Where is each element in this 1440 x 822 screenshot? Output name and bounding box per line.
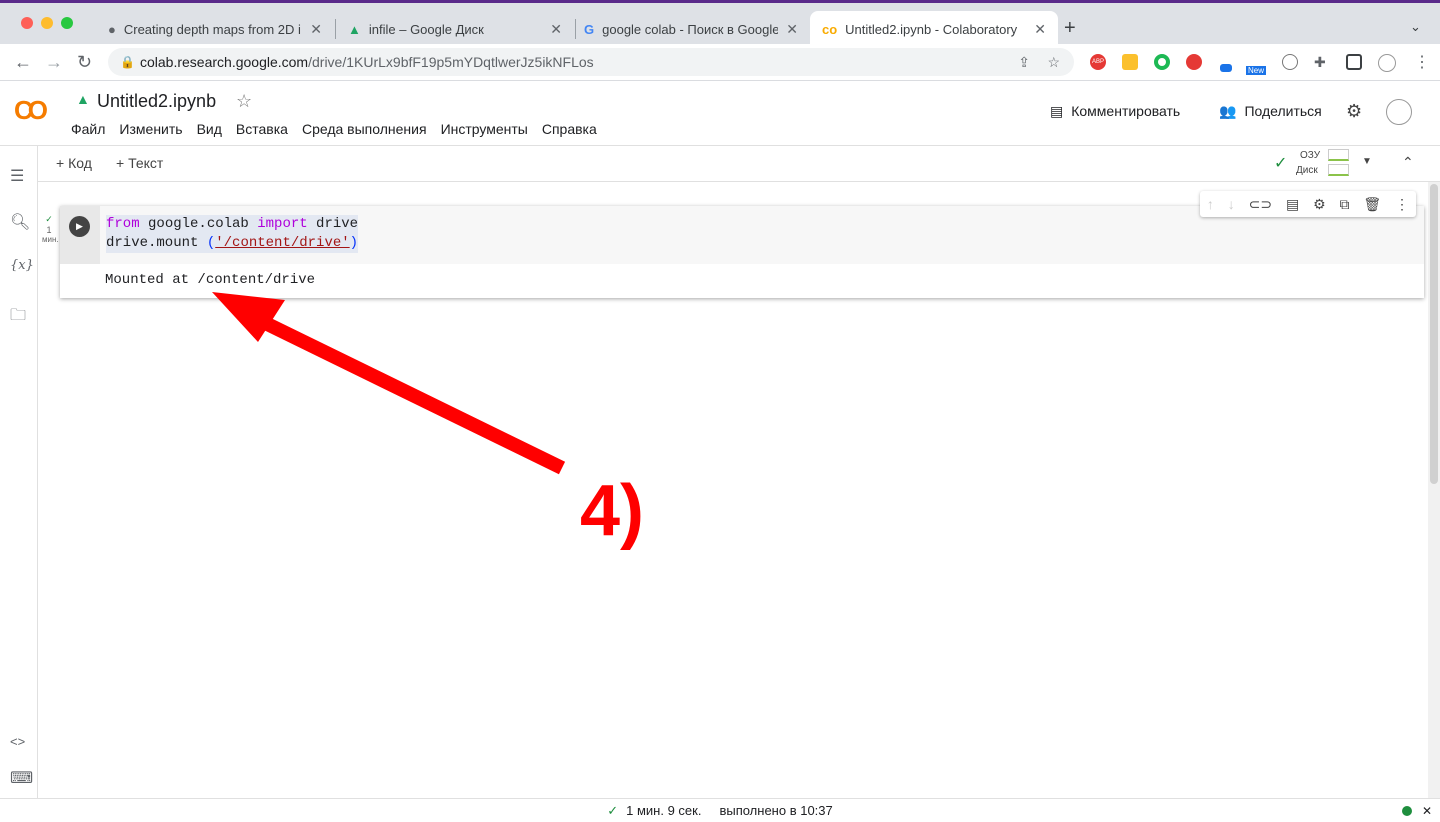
connection-status-dot — [1402, 805, 1412, 816]
annotation-label: 4) — [580, 471, 645, 551]
close-status-icon[interactable]: ✕ — [1422, 804, 1432, 818]
status-bar: ✓ 1 мин. 9 сек. выполнено в 10:37 ✕ — [0, 798, 1440, 822]
success-check-icon: ✓ — [607, 802, 619, 818]
annotation-arrow — [212, 292, 566, 475]
